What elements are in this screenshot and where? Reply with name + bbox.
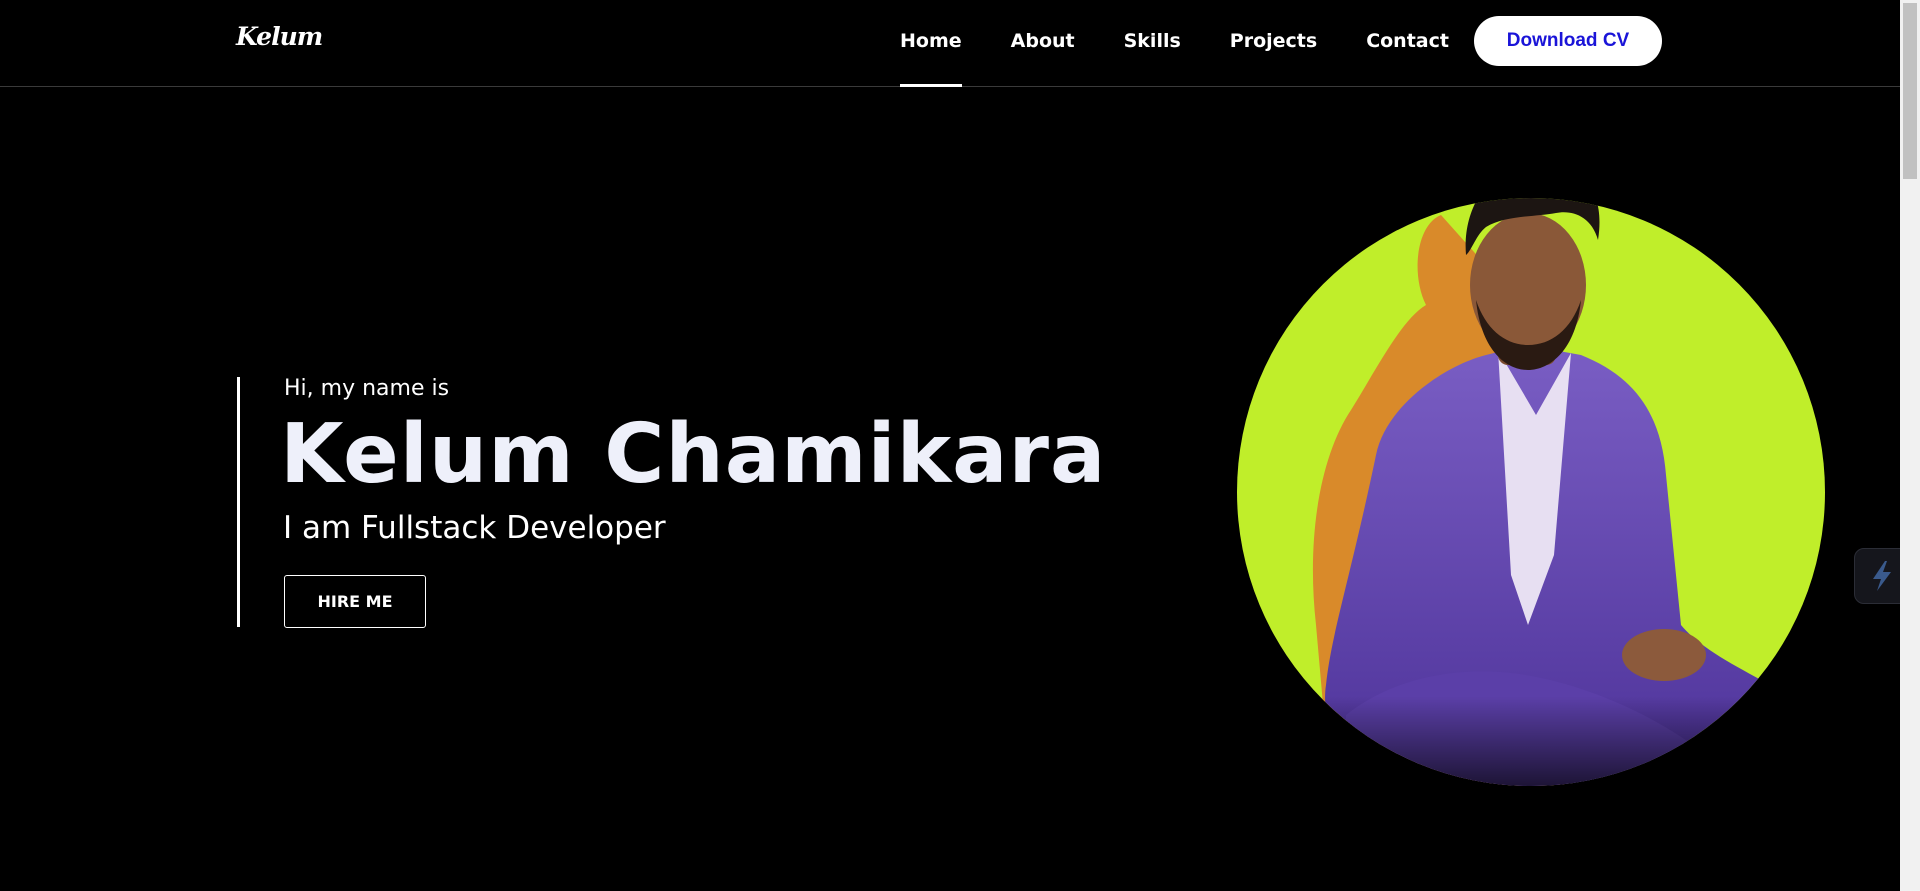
nav-item-home[interactable]: Home (900, 0, 962, 87)
hero-accent-line (237, 377, 240, 627)
profile-photo (1236, 155, 1826, 815)
hire-me-button[interactable]: HIRE ME (284, 575, 426, 628)
hero-role: I am Fullstack Developer (283, 510, 666, 546)
main-nav: Home About Skills Projects Contact (900, 0, 1498, 87)
nav-item-about[interactable]: About (1011, 0, 1075, 86)
hero-greeting: Hi, my name is (284, 376, 450, 401)
logo[interactable]: Kelum (236, 22, 323, 51)
scrollbar-thumb[interactable] (1903, 3, 1917, 179)
hero-name: Kelum Chamikara (280, 407, 1107, 502)
page: Kelum Home About Skills Projects Contact… (0, 0, 1920, 891)
download-cv-button[interactable]: Download CV (1474, 16, 1662, 66)
page-scrollbar[interactable] (1900, 0, 1920, 891)
nav-item-projects[interactable]: Projects (1230, 0, 1317, 86)
nav-item-contact[interactable]: Contact (1366, 0, 1449, 86)
nav-item-skills[interactable]: Skills (1124, 0, 1181, 86)
site-header: Kelum Home About Skills Projects Contact… (0, 0, 1900, 87)
